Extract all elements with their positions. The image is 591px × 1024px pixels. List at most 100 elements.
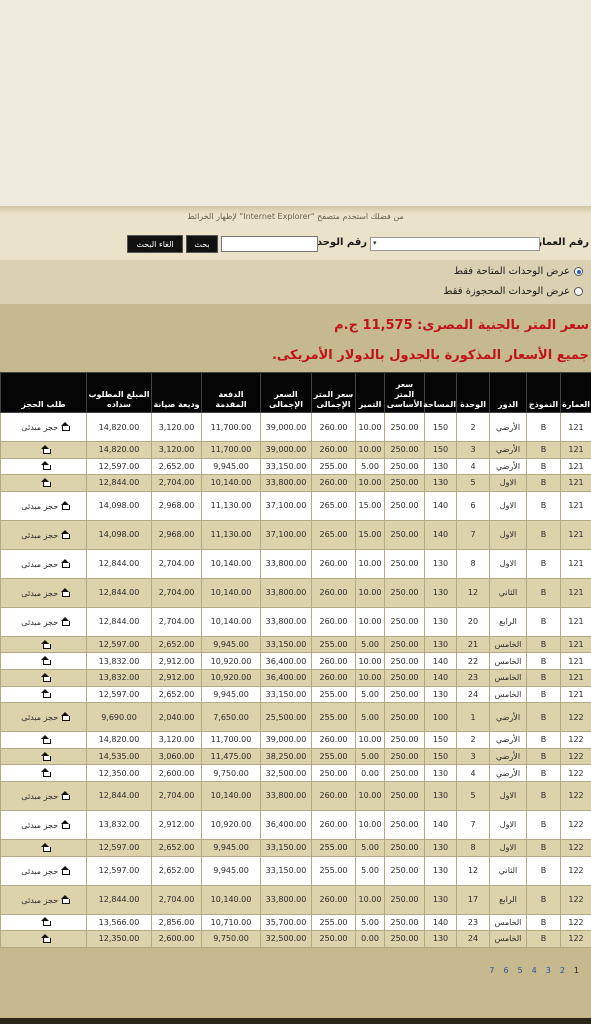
house-icon[interactable]: [41, 461, 51, 471]
radio-reserved[interactable]: [574, 287, 583, 296]
house-icon[interactable]: [60, 500, 71, 510]
page-link[interactable]: 3: [546, 966, 551, 978]
booking-cell[interactable]: حجز مبدئى: [0, 855, 87, 886]
filter-reserved[interactable]: عرض الوحدات المحجوزة فقط: [443, 286, 583, 297]
house-icon[interactable]: [60, 790, 71, 800]
table-cell: 130: [424, 685, 457, 704]
booking-cell[interactable]: حجز مبدئى: [0, 490, 87, 521]
building-select[interactable]: ▾: [370, 237, 540, 251]
booking-cell[interactable]: [0, 652, 87, 670]
table-cell: 130: [424, 930, 457, 948]
booking-cell[interactable]: [0, 930, 87, 948]
table-cell: 12,597.00: [86, 838, 152, 857]
house-icon[interactable]: [60, 529, 71, 539]
booking-cell[interactable]: [0, 685, 87, 704]
booking-cell[interactable]: [0, 635, 87, 654]
booking-cell[interactable]: حجز مبدئى: [0, 809, 87, 840]
page-link[interactable]: 5: [518, 966, 523, 978]
table-cell: 12,844.00: [86, 577, 152, 608]
house-icon[interactable]: [60, 587, 71, 597]
booking-cell[interactable]: [0, 731, 87, 749]
booking-cell[interactable]: حجز مبدئى: [0, 548, 87, 579]
house-icon[interactable]: [60, 422, 71, 431]
booking-link[interactable]: حجز مبدئى: [21, 560, 60, 569]
booking-cell[interactable]: حجز مبدئى: [0, 519, 87, 550]
booking-link[interactable]: حجز مبدئى: [21, 821, 60, 830]
page-link[interactable]: 2: [560, 966, 565, 978]
house-icon[interactable]: [41, 639, 51, 649]
booking-cell[interactable]: [0, 474, 87, 492]
table-cell: B: [526, 685, 561, 704]
booking-link[interactable]: حجز مبدئى: [21, 589, 60, 598]
booking-cell[interactable]: [0, 441, 87, 459]
booking-cell[interactable]: [0, 668, 87, 687]
booking-link[interactable]: حجز مبدئى: [21, 867, 60, 876]
column-header: وديعة صيانة: [151, 372, 202, 413]
table-cell: 250.00: [384, 855, 425, 886]
booking-cell[interactable]: [0, 838, 87, 857]
house-icon[interactable]: [41, 672, 51, 682]
house-icon[interactable]: [41, 734, 51, 744]
page-link[interactable]: 1: [574, 966, 579, 978]
page-link[interactable]: 6: [503, 966, 508, 978]
booking-cell[interactable]: حجز مبدئى: [0, 780, 87, 811]
table-cell: 33,800.00: [260, 548, 312, 579]
booking-link[interactable]: حجز مبدئى: [21, 618, 60, 627]
table-row: 121 B الاول 7 140 250.00 15.00 265.00 37,100.00 1…: [0, 519, 591, 550]
table-cell: 260.00: [311, 548, 356, 579]
house-icon[interactable]: [60, 894, 71, 904]
house-icon[interactable]: [60, 616, 71, 626]
house-icon[interactable]: [60, 558, 71, 568]
booking-cell[interactable]: حجز مبدئى: [0, 412, 87, 442]
cancel-search-button[interactable]: الغاء البحث: [127, 235, 183, 253]
house-icon[interactable]: [60, 865, 71, 875]
booking-link[interactable]: حجز مبدئى: [21, 531, 60, 540]
house-icon[interactable]: [41, 656, 51, 666]
table-cell: 5.00: [355, 838, 385, 857]
table-cell: 0.00: [355, 930, 385, 948]
table-cell: 2,652.00: [151, 838, 202, 857]
table-cell: الاول: [489, 519, 527, 550]
house-icon[interactable]: [41, 768, 51, 778]
house-icon[interactable]: [41, 477, 51, 487]
house-icon[interactable]: [60, 712, 71, 722]
house-icon[interactable]: [41, 689, 51, 699]
radio-available[interactable]: [574, 267, 583, 276]
table-cell: 2,704.00: [151, 606, 202, 637]
filter-available[interactable]: عرض الوحدات المتاحة فقط: [454, 266, 583, 277]
table-row: 122 B الخامس 23 140 250.00 5.00 255.00 35,700.00…: [0, 913, 591, 932]
booking-link[interactable]: حجز مبدئى: [21, 896, 60, 905]
table-cell: 250.00: [384, 457, 425, 476]
booking-cell[interactable]: [0, 913, 87, 932]
booking-link[interactable]: حجز مبدئى: [21, 502, 60, 511]
table-cell: 10.00: [355, 412, 385, 442]
table-cell: 10.00: [355, 577, 385, 608]
house-icon[interactable]: [41, 933, 51, 943]
booking-cell[interactable]: [0, 747, 87, 766]
table-cell: 9,690.00: [86, 702, 152, 733]
unit-input[interactable]: [221, 236, 318, 252]
booking-link[interactable]: حجز مبدئى: [21, 792, 60, 801]
booking-cell[interactable]: حجز مبدئى: [0, 577, 87, 608]
table-cell: 10,140.00: [201, 548, 261, 579]
table-cell: 121: [560, 412, 591, 442]
booking-cell[interactable]: حجز مبدئى: [0, 606, 87, 637]
booking-cell[interactable]: حجز مبدئى: [0, 702, 87, 733]
table-cell: 2,040.00: [151, 702, 202, 733]
table-cell: 140: [424, 809, 457, 840]
page-link[interactable]: 4: [532, 966, 537, 978]
house-icon[interactable]: [60, 819, 71, 829]
search-button[interactable]: بحث: [186, 235, 218, 253]
house-icon[interactable]: [41, 842, 51, 852]
house-icon[interactable]: [41, 751, 51, 761]
house-icon[interactable]: [41, 917, 51, 927]
page-link[interactable]: 7: [489, 966, 494, 978]
table-cell: 3: [456, 441, 490, 459]
booking-cell[interactable]: حجز مبدئى: [0, 884, 87, 915]
booking-cell[interactable]: [0, 457, 87, 476]
table-row: 122 B الأرضي 1 100 250.00 5.00 255.00 25,500.00 7…: [0, 702, 591, 733]
booking-cell[interactable]: [0, 764, 87, 782]
booking-link[interactable]: حجز مبدئى: [21, 713, 60, 722]
house-icon[interactable]: [41, 444, 51, 454]
booking-link[interactable]: حجز مبدئى: [21, 423, 60, 432]
